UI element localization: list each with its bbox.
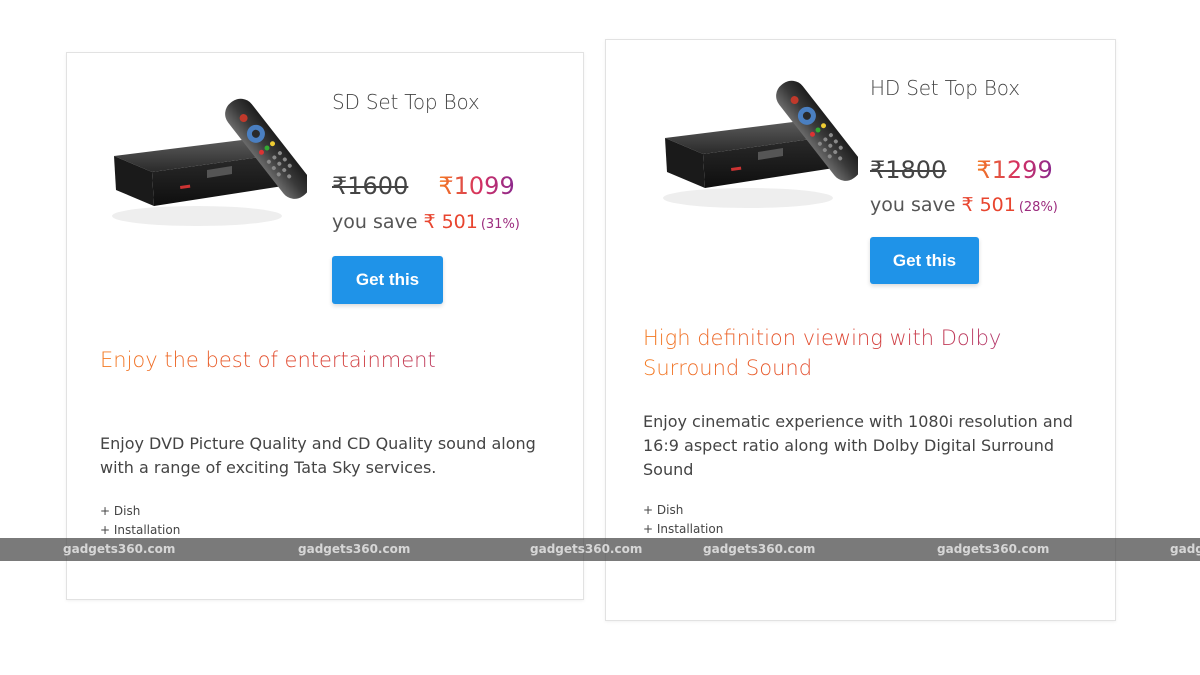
set-top-box-icon [653, 70, 862, 220]
watermark-label: gadg [1170, 542, 1200, 556]
included-items: + Dish + Installation [643, 501, 723, 539]
savings-amount: ₹ 501 [961, 194, 1016, 216]
get-this-button[interactable]: Get this [870, 237, 979, 284]
watermark-label: gadgets360.com [63, 542, 176, 556]
watermark-band: gadgets360.com gadgets360.com gadgets360… [0, 538, 1200, 561]
watermark-label: gadgets360.com [298, 542, 411, 556]
feature-description: Enjoy DVD Picture Quality and CD Quality… [100, 434, 536, 477]
original-price: ₹1800 [870, 156, 947, 184]
included-item-dish: + Dish [100, 504, 141, 518]
included-items: + Dish + Installation [100, 502, 180, 540]
product-title: SD Set Top Box [332, 90, 480, 114]
sd-product-card: SD Set Top Box ₹1600 ₹1099 you save ₹ 50… [66, 52, 584, 600]
savings-row: you save ₹ 501 (31%) [332, 211, 520, 233]
savings-row: you save ₹ 501 (28%) [870, 194, 1058, 216]
set-top-box-icon [102, 88, 311, 238]
feature-headline: Enjoy the best of entertainment [100, 345, 540, 375]
price-row: ₹1800 ₹1299 [870, 156, 1053, 184]
hd-product-card: HD Set Top Box ₹1800 ₹1299 you save ₹ 50… [605, 39, 1116, 621]
product-title: HD Set Top Box [870, 76, 1020, 100]
feature-headline: High definition viewing with Dolby Surro… [643, 323, 1063, 383]
watermark-label: gadgets360.com [937, 542, 1050, 556]
feature-description: Enjoy cinematic experience with 1080i re… [643, 412, 1073, 479]
savings-percent: (31%) [480, 217, 520, 232]
watermark-label: gadgets360.com [530, 542, 643, 556]
original-price: ₹1600 [332, 172, 409, 200]
get-this-button[interactable]: Get this [332, 256, 443, 304]
watermark-label: gadgets360.com [703, 542, 816, 556]
included-item-dish: + Dish [643, 503, 684, 517]
price-row: ₹1600 ₹1099 [332, 172, 515, 200]
discounted-price: ₹1299 [976, 156, 1053, 184]
savings-label: you save [870, 194, 956, 216]
savings-percent: (28%) [1018, 200, 1058, 215]
savings-amount: ₹ 501 [423, 211, 478, 233]
included-item-installation: + Installation [643, 522, 724, 536]
discounted-price: ₹1099 [438, 172, 515, 200]
savings-label: you save [332, 211, 418, 233]
